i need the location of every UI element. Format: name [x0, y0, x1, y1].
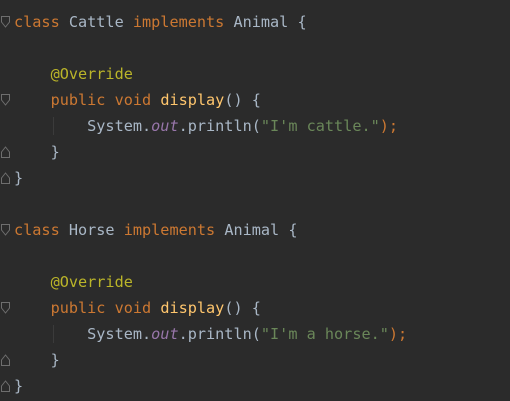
fold-close-icon[interactable]: [1, 146, 10, 158]
code-token: public void: [14, 91, 161, 109]
code-line[interactable]: System.out.println("I'm cattle.");: [14, 113, 398, 139]
code-token: System.: [14, 117, 152, 135]
fold-close-icon[interactable]: [1, 172, 10, 184]
code-token: }: [14, 351, 60, 369]
code-token: out: [151, 325, 179, 343]
code-token: out: [151, 117, 179, 135]
code-token: .println(: [178, 117, 261, 135]
code-line[interactable]: System.out.println("I'm a horse.");: [14, 321, 407, 347]
code-token: .println(: [178, 325, 261, 343]
fold-close-icon[interactable]: [1, 354, 10, 366]
fold-open-icon[interactable]: [1, 224, 10, 236]
code-token: Horse: [59, 221, 124, 239]
code-token: );: [379, 117, 399, 135]
code-editor[interactable]: class Cattle implements Animal { @Overri…: [0, 0, 510, 401]
code-token: @Override: [14, 273, 133, 291]
code-token: public void: [14, 299, 161, 317]
code-line[interactable]: }: [14, 165, 23, 191]
code-token: }: [14, 143, 60, 161]
code-token: "I'm a horse.": [260, 325, 389, 343]
code-line[interactable]: class Horse implements Animal {: [14, 217, 297, 243]
code-token: () {: [224, 299, 261, 317]
fold-close-icon[interactable]: [1, 380, 10, 392]
code-token: Animal {: [224, 13, 307, 31]
fold-open-icon[interactable]: [1, 16, 10, 28]
code-token: Cattle: [59, 13, 133, 31]
code-token: }: [14, 377, 24, 395]
code-token: class: [14, 221, 60, 239]
code-token: @Override: [14, 65, 133, 83]
code-token: display: [160, 91, 225, 109]
code-line[interactable]: @Override: [14, 269, 133, 295]
code-token: () {: [224, 91, 261, 109]
code-line[interactable]: class Cattle implements Animal {: [14, 9, 307, 35]
fold-gutter: [0, 0, 12, 401]
code-token: implements: [132, 13, 225, 31]
code-token: implements: [123, 221, 216, 239]
fold-open-icon[interactable]: [1, 302, 10, 314]
code-line[interactable]: public void display() {: [14, 87, 261, 113]
code-token: "I'm cattle.": [260, 117, 380, 135]
code-token: display: [160, 299, 225, 317]
code-token: Animal {: [215, 221, 298, 239]
code-token: }: [14, 169, 24, 187]
code-token: class: [14, 13, 60, 31]
code-line[interactable]: @Override: [14, 61, 133, 87]
code-line[interactable]: }: [14, 373, 23, 399]
code-token: );: [388, 325, 408, 343]
code-line[interactable]: }: [14, 347, 60, 373]
code-line[interactable]: public void display() {: [14, 295, 261, 321]
code-line[interactable]: }: [14, 139, 60, 165]
code-token: System.: [14, 325, 152, 343]
fold-open-icon[interactable]: [1, 94, 10, 106]
